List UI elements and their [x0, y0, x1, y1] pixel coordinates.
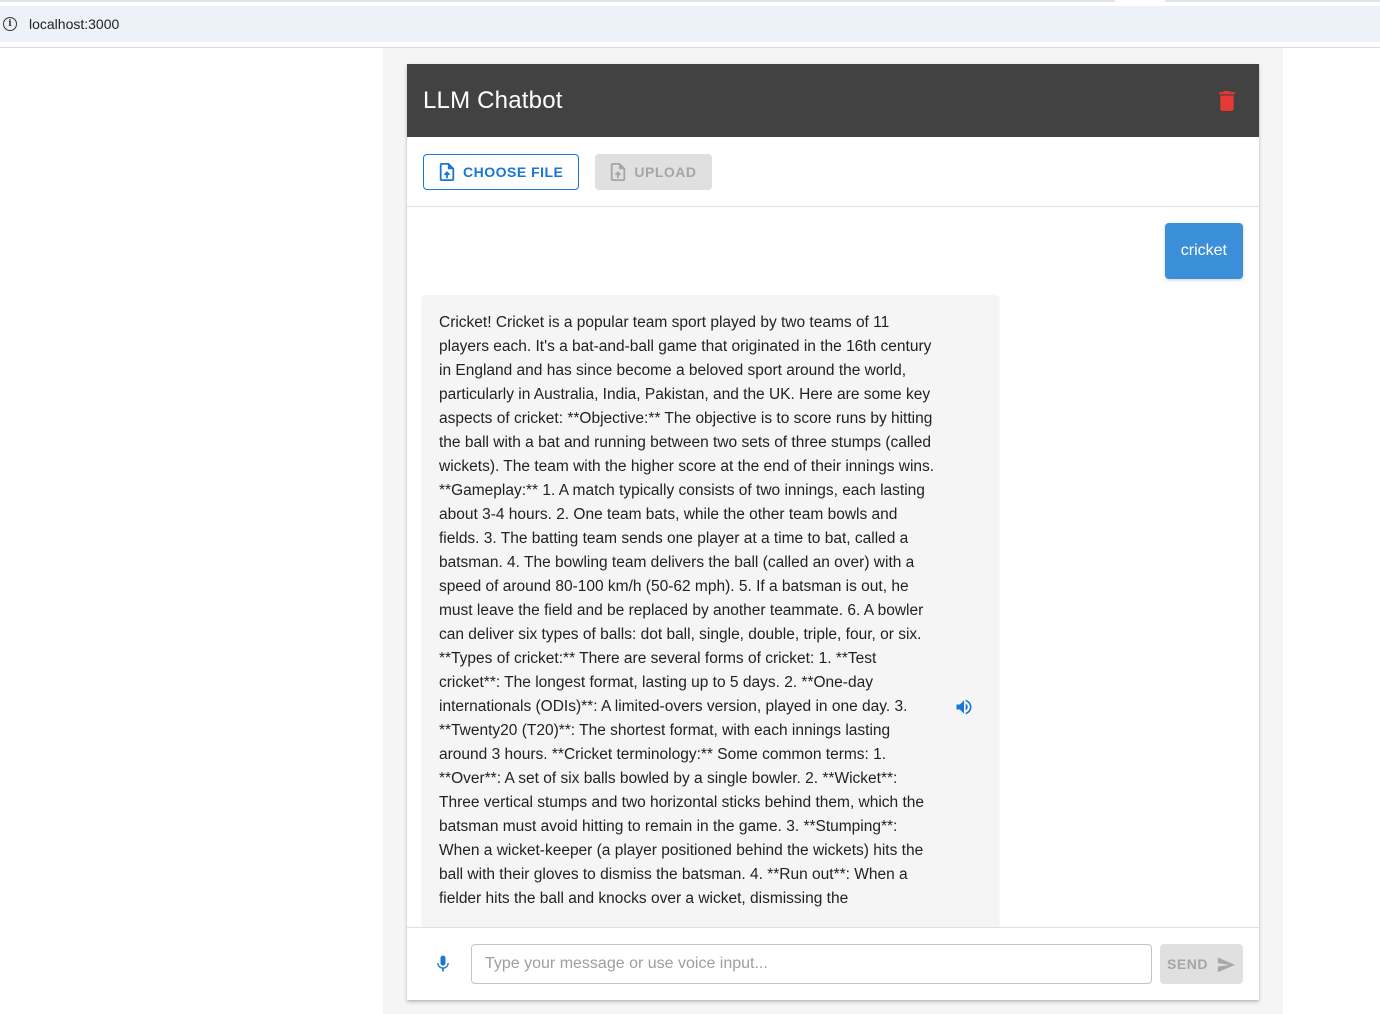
tab-strip-segment: [0, 0, 1115, 2]
upload-toolbar: CHOOSE FILE UPLOAD: [407, 137, 1259, 207]
upload-button[interactable]: UPLOAD: [595, 153, 712, 190]
info-icon[interactable]: i: [3, 17, 17, 31]
read-aloud-button[interactable]: [952, 695, 976, 719]
bot-message-bubble: Cricket! Cricket is a popular team sport…: [422, 295, 999, 927]
file-upload-icon: [611, 162, 626, 181]
browser-tab-strip: [0, 0, 1380, 4]
tab-strip-segment: [1165, 0, 1380, 2]
file-upload-icon: [439, 162, 455, 181]
volume-up-icon: [956, 699, 972, 715]
voice-input-button[interactable]: [431, 952, 455, 976]
address-bar[interactable]: i localhost:3000: [0, 6, 1380, 42]
upload-label: UPLOAD: [634, 163, 697, 180]
message-list[interactable]: cricket Cricket! Cricket is a popular te…: [407, 207, 1259, 927]
message-input[interactable]: [471, 944, 1152, 984]
clear-chat-button[interactable]: [1211, 85, 1243, 117]
page-title: LLM Chatbot: [423, 86, 563, 114]
user-message-bubble: cricket: [1164, 223, 1243, 279]
send-icon: [1217, 957, 1235, 973]
trash-icon: [1219, 90, 1235, 111]
choose-file-button[interactable]: CHOOSE FILE: [423, 153, 580, 190]
mic-icon: [437, 955, 449, 972]
bot-message-row: Cricket! Cricket is a popular team sport…: [422, 295, 999, 927]
send-button[interactable]: SEND: [1160, 944, 1243, 984]
composer-bar: SEND: [407, 927, 1259, 1000]
choose-file-label: CHOOSE FILE: [463, 163, 564, 180]
chat-card: LLM Chatbot CHOOSE FILE UPLOAD cricket C…: [407, 64, 1259, 1000]
address-url[interactable]: localhost:3000: [29, 16, 119, 32]
chat-header: LLM Chatbot: [407, 64, 1259, 137]
send-label: SEND: [1167, 956, 1208, 972]
